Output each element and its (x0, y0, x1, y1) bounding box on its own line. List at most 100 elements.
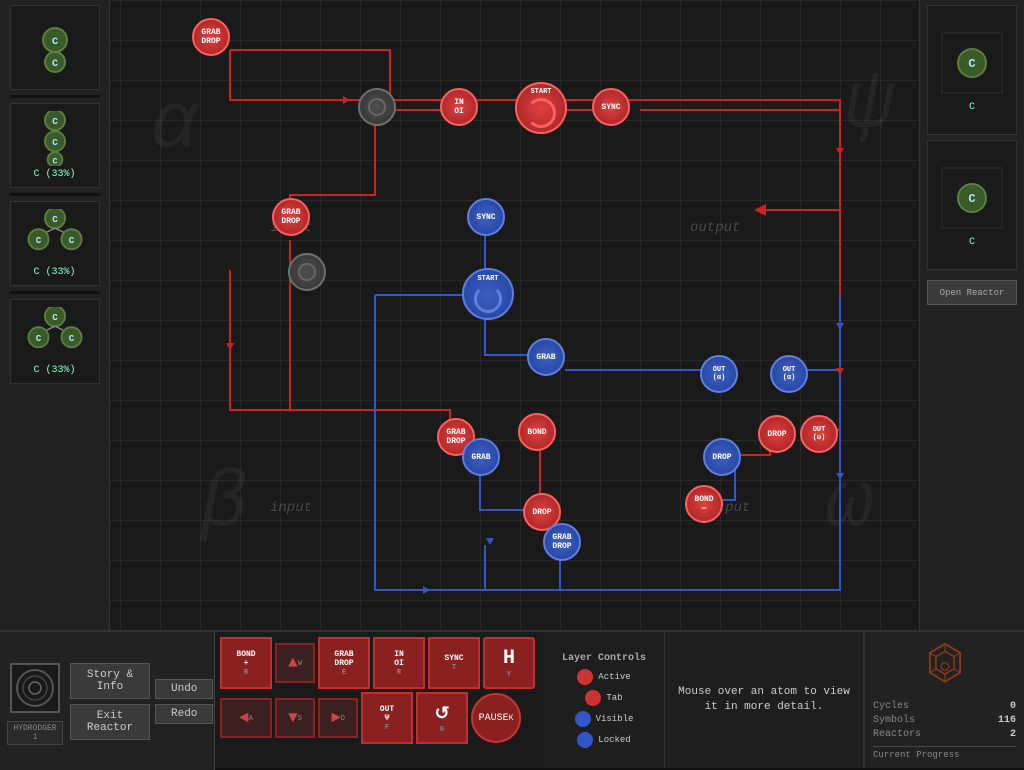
node-bond-1[interactable]: BOND (518, 413, 556, 451)
omega-watermark: ω (826, 459, 874, 550)
open-reactor-button[interactable]: Open Reactor (927, 280, 1017, 305)
beta-input-label: input (270, 500, 312, 516)
output-box-2: C C (927, 140, 1017, 270)
node-bond-2[interactable]: BOND— (685, 485, 723, 523)
molecule-2-label: C (33%) (33, 267, 75, 278)
psi-watermark: ψ (846, 60, 894, 151)
rotate-button[interactable]: ↺ G (416, 692, 468, 744)
redo-button[interactable]: Redo (155, 704, 213, 724)
node-out-omega[interactable]: OUT(ω) (800, 415, 838, 453)
node-start-blue[interactable]: START (462, 268, 514, 320)
node-start-red[interactable]: START (515, 82, 567, 134)
waldo-label: HYDRODGER 1 (7, 721, 62, 745)
cycles-value: 0 (1010, 701, 1016, 712)
molecule-1-label: C (33%) (33, 169, 75, 180)
visible-indicator (575, 711, 591, 727)
svg-text:C: C (968, 57, 975, 71)
molecule-box-2: C C C C (33%) (10, 201, 100, 286)
stats-panel: Cycles 0 Symbols 116 Reactors 2 Current … (864, 632, 1024, 768)
layer-tab[interactable]: Tab (585, 690, 622, 706)
molecule-box-3: C C C C (33%) (10, 299, 100, 384)
svg-text:C: C (51, 37, 57, 48)
molecule-box-1: C C C C (33%) (10, 103, 100, 188)
bond-plus-button[interactable]: BOND+ R (220, 637, 272, 689)
node-drop-1[interactable]: DROP (758, 415, 796, 453)
svg-text:C: C (51, 59, 57, 70)
sync-button[interactable]: SYNC T (428, 637, 480, 689)
bottom-left-section: HYDRODGER 1 Story & Info Exit Reactor Un… (0, 632, 215, 770)
node-grab-blue[interactable]: GRAB (527, 338, 565, 376)
alpha-watermark: α (150, 80, 198, 171)
node-sync-2[interactable]: SYNC (467, 198, 505, 236)
move-left-button[interactable]: ◄ A (220, 698, 272, 738)
symbols-value: 116 (998, 715, 1016, 726)
node-out-alpha-1[interactable]: OUT(α) (700, 355, 738, 393)
right-panel: C C C C Open Reactor (919, 0, 1024, 630)
alpha-output-label: output (690, 220, 740, 236)
layer-visible[interactable]: Visible (575, 711, 634, 727)
tab-indicator (585, 690, 601, 706)
layer-controls-panel: Layer Controls Active Tab Visible Locked (544, 632, 664, 768)
info-panel: Mouse over an atom to view it in more de… (664, 632, 864, 768)
reactors-row: Reactors 2 (873, 729, 1016, 740)
node-sync-1[interactable]: SYNC (592, 88, 630, 126)
layer-controls-title: Layer Controls (562, 653, 646, 664)
molecule-box-0: C C (10, 5, 100, 90)
node-grab-drop-1[interactable]: GRABDROP (192, 18, 230, 56)
pause-button[interactable]: PAUSEK (471, 693, 521, 743)
svg-text:C: C (68, 235, 74, 246)
waldo-icon (10, 663, 60, 713)
active-label: Active (598, 672, 630, 682)
node-drop-2[interactable]: DROP (703, 438, 741, 476)
locked-indicator (577, 732, 593, 748)
node-out-alpha-2[interactable]: OUT(α) (770, 355, 808, 393)
active-indicator (577, 669, 593, 685)
svg-text:C: C (35, 235, 41, 246)
in-button[interactable]: INOI R (373, 637, 425, 689)
story-info-button[interactable]: Story & Info (70, 663, 150, 699)
reactors-label: Reactors (873, 729, 921, 740)
cycles-row: Cycles 0 (873, 701, 1016, 712)
node-grab-drop-4[interactable]: GRABDROP (543, 523, 581, 561)
output-box-1: C C (927, 5, 1017, 135)
exit-reactor-button[interactable]: Exit Reactor (70, 704, 150, 740)
move-down-button[interactable]: ▼ S (275, 698, 315, 738)
svg-text:C: C (968, 192, 975, 206)
svg-text:C: C (68, 333, 74, 344)
node-grab-2[interactable]: GRAB (462, 438, 500, 476)
svg-text:C: C (52, 137, 58, 148)
svg-text:C: C (52, 312, 58, 323)
out-psi-button[interactable]: OUTΨ F (361, 692, 413, 744)
locked-label: Locked (598, 735, 630, 745)
beta-watermark: β (200, 459, 248, 550)
reactors-value: 2 (1010, 729, 1016, 740)
undo-button[interactable]: Undo (155, 679, 213, 699)
symbols-label: Symbols (873, 715, 915, 726)
svg-text:C: C (52, 214, 58, 225)
stats-hexagon-icon (910, 640, 980, 693)
move-up-button[interactable]: ▲ W (275, 643, 315, 683)
svg-text:C: C (35, 333, 41, 344)
bottom-middle-section: BOND+ R ▲ W GRABDROP E INOI R SYNC T H Y (215, 632, 544, 768)
node-grab-drop-2[interactable]: GRABDROP (272, 198, 310, 236)
node-gray-2[interactable] (288, 253, 326, 291)
symbols-row: Symbols 116 (873, 715, 1016, 726)
layer-active[interactable]: Active (577, 669, 630, 685)
output-label-2: C (969, 237, 975, 248)
svg-text:C: C (52, 157, 57, 166)
connections-svg (0, 0, 1024, 630)
layer-locked[interactable]: Locked (577, 732, 630, 748)
game-canvas[interactable]: α ψ β ω input output input output (0, 0, 1024, 630)
left-panel: C C C C C C (33%) (0, 0, 110, 630)
visible-label: Visible (596, 714, 634, 724)
tab-label: Tab (606, 693, 622, 703)
output-label-1: C (969, 102, 975, 113)
cycles-label: Cycles (873, 701, 909, 712)
node-gray-1[interactable] (358, 88, 396, 126)
current-progress-label: Current Progress (873, 750, 1016, 760)
grab-drop-button[interactable]: GRABDROP E (318, 637, 370, 689)
h-button[interactable]: H Y (483, 637, 535, 689)
bottom-toolbar: HYDRODGER 1 Story & Info Exit Reactor Un… (0, 630, 1024, 768)
move-right-button[interactable]: ► D (318, 698, 358, 738)
node-in-01[interactable]: INOI (440, 88, 478, 126)
